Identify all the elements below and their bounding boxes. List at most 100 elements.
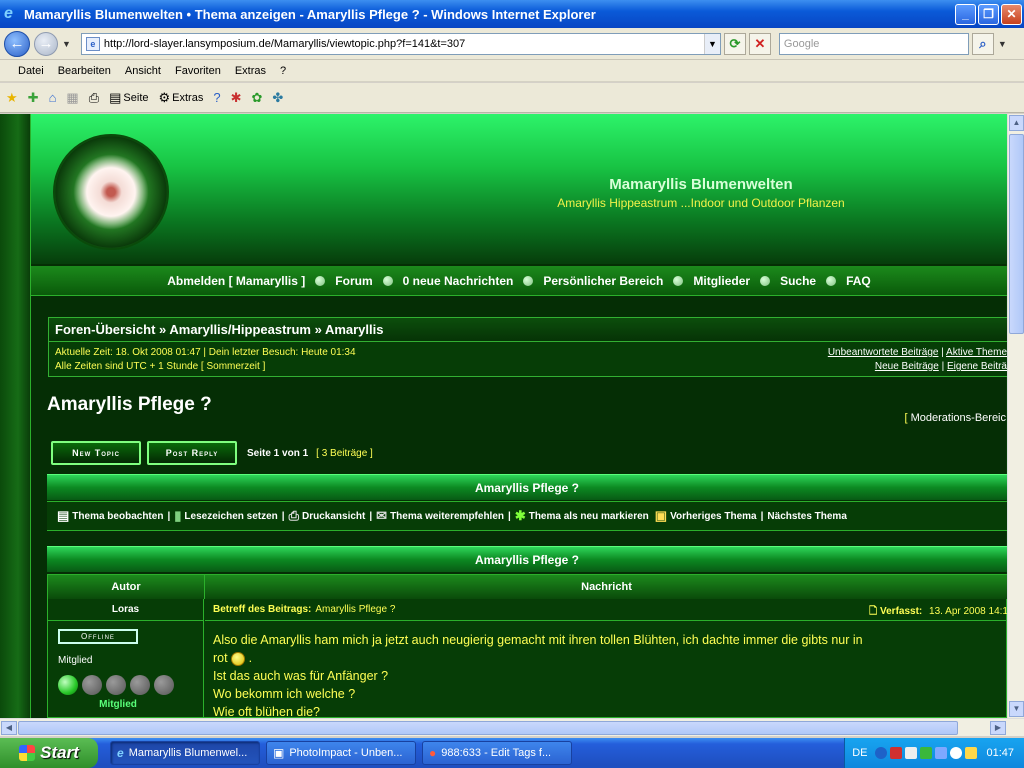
col-author: Autor: [48, 575, 205, 599]
menu-datei[interactable]: Datei: [18, 65, 44, 77]
rank-star-icon: [58, 675, 78, 695]
address-dropdown-icon[interactable]: ▼: [703, 33, 720, 54]
page-menu[interactable]: ▤ Seite: [109, 90, 148, 106]
breadcrumb-box: Foren-Übersicht » Amaryllis/Hippeastrum …: [48, 317, 1008, 377]
site-logo[interactable]: [53, 134, 169, 250]
vertical-scroll-thumb[interactable]: [1009, 134, 1024, 334]
flower-image: [73, 154, 149, 230]
tool-bookmark[interactable]: Lesezeichen setzen: [184, 511, 277, 522]
nav-forum[interactable]: Forum: [335, 274, 372, 288]
author-name[interactable]: Loras: [48, 599, 203, 621]
tool-print[interactable]: Druckansicht: [302, 511, 365, 522]
addon-icon-1[interactable]: ✱: [231, 90, 242, 106]
print-icon[interactable]: ⎙: [89, 90, 99, 106]
feeds-icon[interactable]: ▦: [66, 90, 78, 106]
vertical-scrollbar[interactable]: ▲ ▼: [1007, 114, 1024, 718]
addon-icon-2[interactable]: ✿: [251, 90, 262, 106]
add-favorite-icon[interactable]: ✚: [28, 90, 39, 106]
photoimpact-icon: ▣: [273, 746, 285, 760]
horizontal-scroll-thumb[interactable]: [18, 721, 958, 735]
security-icon[interactable]: [890, 747, 903, 759]
tool-mark-new[interactable]: Thema als neu markieren: [529, 511, 649, 522]
stop-button[interactable]: ✕: [748, 32, 771, 55]
update-icon[interactable]: [965, 747, 978, 759]
tool-watch[interactable]: Thema beobachten: [72, 511, 163, 522]
nav-personal[interactable]: Persönlicher Bereich: [543, 274, 663, 288]
language-indicator[interactable]: DE: [852, 747, 867, 759]
link-own-posts[interactable]: Eigene Beiträ: [947, 361, 1007, 372]
topic-tools: ▤ Thema beobachten | ▮ Lesezeichen setzen | …: [47, 501, 1007, 531]
tool-previous[interactable]: Vorheriges Thema: [670, 511, 757, 522]
task-photoimpact[interactable]: ▣ PhotoImpact - Unben...: [266, 741, 416, 765]
search-input[interactable]: Google: [778, 32, 969, 55]
subject-value[interactable]: Amaryllis Pflege ?: [315, 604, 395, 615]
start-label: Start: [40, 743, 79, 762]
bullet-icon: [826, 275, 837, 286]
addon-icon-3[interactable]: ✤: [272, 90, 283, 106]
horizontal-scrollbar[interactable]: ◀ ▶: [0, 718, 1024, 736]
nav-messages[interactable]: 0 neue Nachrichten: [403, 274, 514, 288]
new-topic-button[interactable]: New Topic: [51, 441, 141, 465]
breadcrumb[interactable]: Foren-Übersicht » Amaryllis/Hippeastrum …: [49, 318, 1007, 342]
scroll-up-icon[interactable]: ▲: [1009, 115, 1024, 131]
task-edit-tags[interactable]: ● 988:633 - Edit Tags f...: [422, 741, 572, 765]
scroll-right-icon[interactable]: ▶: [990, 721, 1006, 735]
minimize-button[interactable]: _: [955, 3, 976, 25]
post-reply-button[interactable]: Post Reply: [147, 441, 237, 465]
link-new-posts[interactable]: Neue Beiträge: [875, 361, 939, 372]
forum-page: Mamaryllis Blumenwelten Amaryllis Hippea…: [30, 114, 1008, 718]
task-ie[interactable]: e Mamaryllis Blumenwel...: [110, 741, 260, 765]
tools-menu[interactable]: ⚙ Extras: [159, 90, 204, 106]
menu-favoriten[interactable]: Favoriten: [175, 65, 221, 77]
favorites-star-icon[interactable]: ★: [6, 90, 18, 106]
menu-bearbeiten[interactable]: Bearbeiten: [58, 65, 111, 77]
nav-members[interactable]: Mitglieder: [693, 274, 750, 288]
menu-help[interactable]: ?: [280, 65, 286, 77]
network-icon[interactable]: [920, 747, 933, 759]
menu-ansicht[interactable]: Ansicht: [125, 65, 161, 77]
watch-icon: ▤: [57, 508, 70, 523]
moderation-link[interactable]: Moderations-Bereic: [911, 412, 1006, 424]
home-icon[interactable]: ⌂: [49, 90, 57, 105]
print-view-icon: ⎙: [288, 508, 299, 523]
nav-faq[interactable]: FAQ: [846, 274, 871, 288]
tray-arrow-icon[interactable]: [875, 747, 888, 759]
tool-next[interactable]: Nächstes Thema: [767, 511, 846, 522]
task-label: PhotoImpact - Unben...: [289, 747, 403, 759]
bullet-icon: [382, 275, 393, 286]
nav-search[interactable]: Suche: [780, 274, 816, 288]
address-input[interactable]: http://lord-slayer.lansymposium.de/Mamar…: [104, 38, 704, 50]
topic-title[interactable]: Amaryllis Pflege ?: [47, 394, 212, 416]
help-icon[interactable]: ?: [213, 90, 220, 105]
rank-star-icon: [130, 675, 150, 695]
search-icon[interactable]: ⌕: [971, 32, 994, 55]
menu-extras[interactable]: Extras: [235, 65, 266, 77]
maximize-button[interactable]: ❐: [978, 3, 999, 25]
link-unanswered[interactable]: Unbeantwortete Beiträge: [828, 347, 939, 358]
mark-new-icon: ✱: [514, 508, 526, 523]
system-tray: DE 01:47: [844, 738, 1024, 768]
audio-icon[interactable]: [905, 747, 918, 759]
info-icon[interactable]: [950, 747, 963, 759]
close-button[interactable]: ✕: [1001, 3, 1022, 25]
main-navigation: Abmelden [ Mamaryllis ] Forum 0 neue Nac…: [31, 266, 1007, 296]
refresh-button[interactable]: ⟳: [723, 32, 746, 55]
site-title[interactable]: Mamaryllis Blumenwelten: [501, 176, 901, 193]
site-banner: Mamaryllis Blumenwelten Amaryllis Hippea…: [31, 114, 1007, 264]
email-icon: ✉: [376, 508, 388, 523]
back-button[interactable]: ←: [4, 30, 30, 57]
scroll-left-icon[interactable]: ◀: [1, 721, 17, 735]
clock[interactable]: 01:47: [986, 747, 1014, 759]
link-active-topics[interactable]: Aktive Theme: [946, 347, 1007, 358]
search-dropdown-icon[interactable]: ▼: [998, 39, 1007, 49]
forward-button[interactable]: →: [34, 31, 58, 56]
command-bar: ★ ✚ ⌂ ▦ ⎙ ▤ Seite ⚙ Extras ? ✱ ✿ ✤: [0, 83, 1024, 113]
tool-recommend[interactable]: Thema weiterempfehlen: [390, 511, 504, 522]
address-bar[interactable]: e http://lord-slayer.lansymposium.de/Mam…: [80, 32, 721, 55]
start-button[interactable]: Start: [0, 738, 98, 768]
messenger-icon[interactable]: [935, 747, 948, 759]
post-date: 🗋 Verfasst: 13. Apr 2008 14:1: [869, 604, 1008, 621]
scroll-down-icon[interactable]: ▼: [1009, 701, 1024, 717]
nav-logout[interactable]: Abmelden [ Mamaryllis ]: [167, 274, 305, 288]
history-dropdown-icon[interactable]: ▼: [62, 39, 71, 49]
